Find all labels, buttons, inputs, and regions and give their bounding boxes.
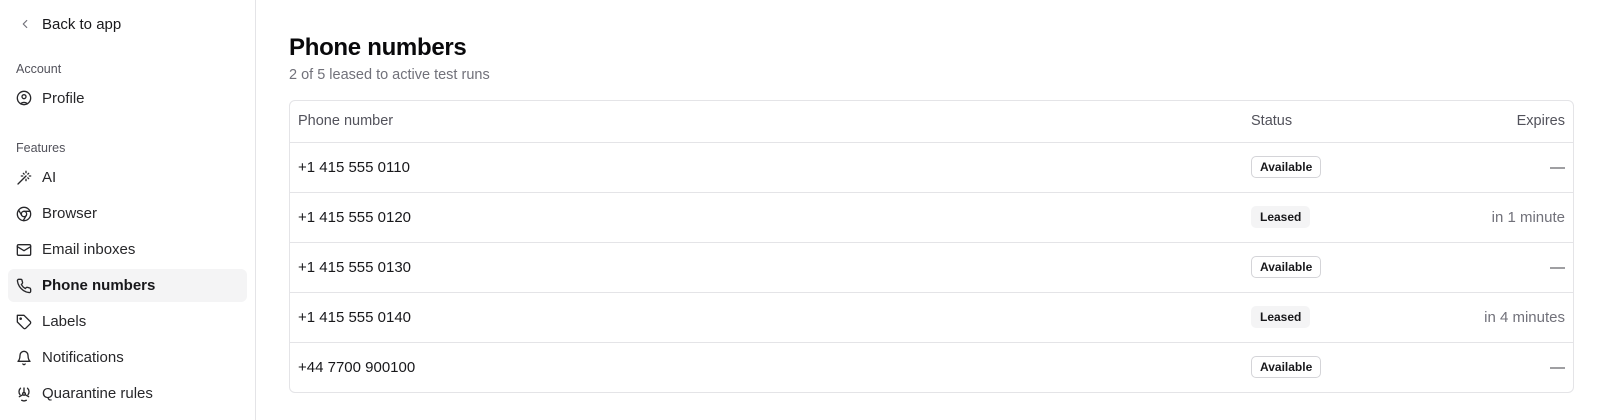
- status-cell: Available: [1243, 342, 1453, 392]
- phone-number-cell: +1 415 555 0140: [290, 292, 1243, 343]
- status-badge: Available: [1251, 156, 1322, 178]
- expires-cell: in 1 minute: [1453, 192, 1573, 243]
- column-header-expires: Expires: [1453, 101, 1573, 143]
- sidebar-item-label: Profile: [42, 89, 85, 107]
- back-to-app-label: Back to app: [42, 15, 122, 33]
- status-cell: Available: [1243, 242, 1453, 293]
- status-cell: Leased: [1243, 292, 1453, 343]
- phone-number-cell: +1 415 555 0110: [290, 142, 1243, 193]
- sidebar-item-phone-numbers[interactable]: Phone numbers: [8, 269, 247, 302]
- back-to-app-link[interactable]: Back to app: [8, 12, 247, 36]
- table-row[interactable]: +1 415 555 0130 Available —: [290, 242, 1573, 293]
- expires-cell: —: [1453, 242, 1573, 293]
- phone-numbers-table-container: Phone number Status Expires +1 415 555 0…: [289, 100, 1574, 393]
- phone-number-cell: +44 7700 900100: [298, 358, 416, 376]
- page-title: Phone numbers: [289, 34, 467, 61]
- status-badge: Leased: [1251, 306, 1311, 328]
- sidebar-item-quarantine-rules[interactable]: Quarantine rules: [8, 377, 247, 410]
- chevron-left-icon: [18, 17, 32, 31]
- table-row[interactable]: +1 415 555 0110 Available —: [290, 142, 1573, 193]
- expires-cell: —: [1550, 358, 1565, 376]
- features-section-label: Features: [16, 141, 66, 155]
- status-badge: Leased: [1251, 206, 1311, 228]
- sidebar-item-profile[interactable]: Profile: [8, 82, 247, 114]
- sidebar-item-label: Email inboxes: [42, 241, 136, 258]
- tag-icon: [16, 314, 32, 330]
- phone-number-cell: +1 415 555 0120: [290, 192, 1243, 243]
- biohazard-icon: [16, 386, 32, 402]
- status-badge: Available: [1251, 256, 1322, 278]
- table-row[interactable]: +1 415 555 0140 Leased in 4 minutes: [290, 292, 1573, 343]
- table-row[interactable]: +1 415 555 0120 Leased in 1 minute: [290, 192, 1573, 243]
- expires-cell: in 4 minutes: [1453, 292, 1573, 343]
- sidebar-item-label: Notifications: [42, 349, 124, 366]
- main-content: Phone numbers 2 of 5 leased to active te…: [289, 0, 1574, 393]
- user-circle-icon: [16, 90, 32, 106]
- sidebar-item-label: Phone numbers: [42, 277, 156, 294]
- sidebar-item-labels[interactable]: Labels: [8, 305, 247, 338]
- sidebar-item-label: Quarantine rules: [42, 385, 153, 402]
- expires-cell: —: [1453, 142, 1573, 193]
- status-cell: Available: [1243, 142, 1453, 193]
- bell-icon: [16, 350, 32, 366]
- features-nav: AI Browser Email inboxes Phone numbers L…: [8, 161, 247, 410]
- mail-icon: [16, 242, 32, 258]
- sidebar-item-email-inboxes[interactable]: Email inboxes: [8, 233, 247, 266]
- account-nav: Profile: [8, 82, 247, 114]
- phone-icon: [16, 278, 32, 294]
- phone-numbers-table: Phone number Status Expires +1 415 555 0…: [290, 101, 1573, 392]
- table-row[interactable]: +44 7700 900100 Available —: [290, 342, 1573, 392]
- column-header-phone-number: Phone number: [290, 101, 1243, 143]
- magic-wand-icon: [16, 170, 32, 186]
- sidebar-item-browser[interactable]: Browser: [8, 197, 247, 230]
- settings-sidebar: Back to app Account Profile Features AI …: [0, 0, 256, 420]
- sidebar-item-label: Browser: [42, 205, 98, 222]
- status-cell: Leased: [1243, 192, 1453, 243]
- sidebar-item-label: AI: [42, 169, 57, 186]
- phone-number-cell: +1 415 555 0130: [290, 242, 1243, 293]
- page-subtitle: 2 of 5 leased to active test runs: [289, 67, 490, 83]
- sidebar-item-ai[interactable]: AI: [8, 161, 247, 194]
- status-badge: Available: [1251, 356, 1322, 379]
- sidebar-item-notifications[interactable]: Notifications: [8, 341, 247, 374]
- column-header-status: Status: [1243, 101, 1453, 143]
- chrome-icon: [16, 206, 32, 222]
- table-header-row: Phone number Status Expires: [290, 101, 1573, 143]
- sidebar-item-label: Labels: [42, 313, 87, 330]
- account-section-label: Account: [16, 62, 62, 76]
